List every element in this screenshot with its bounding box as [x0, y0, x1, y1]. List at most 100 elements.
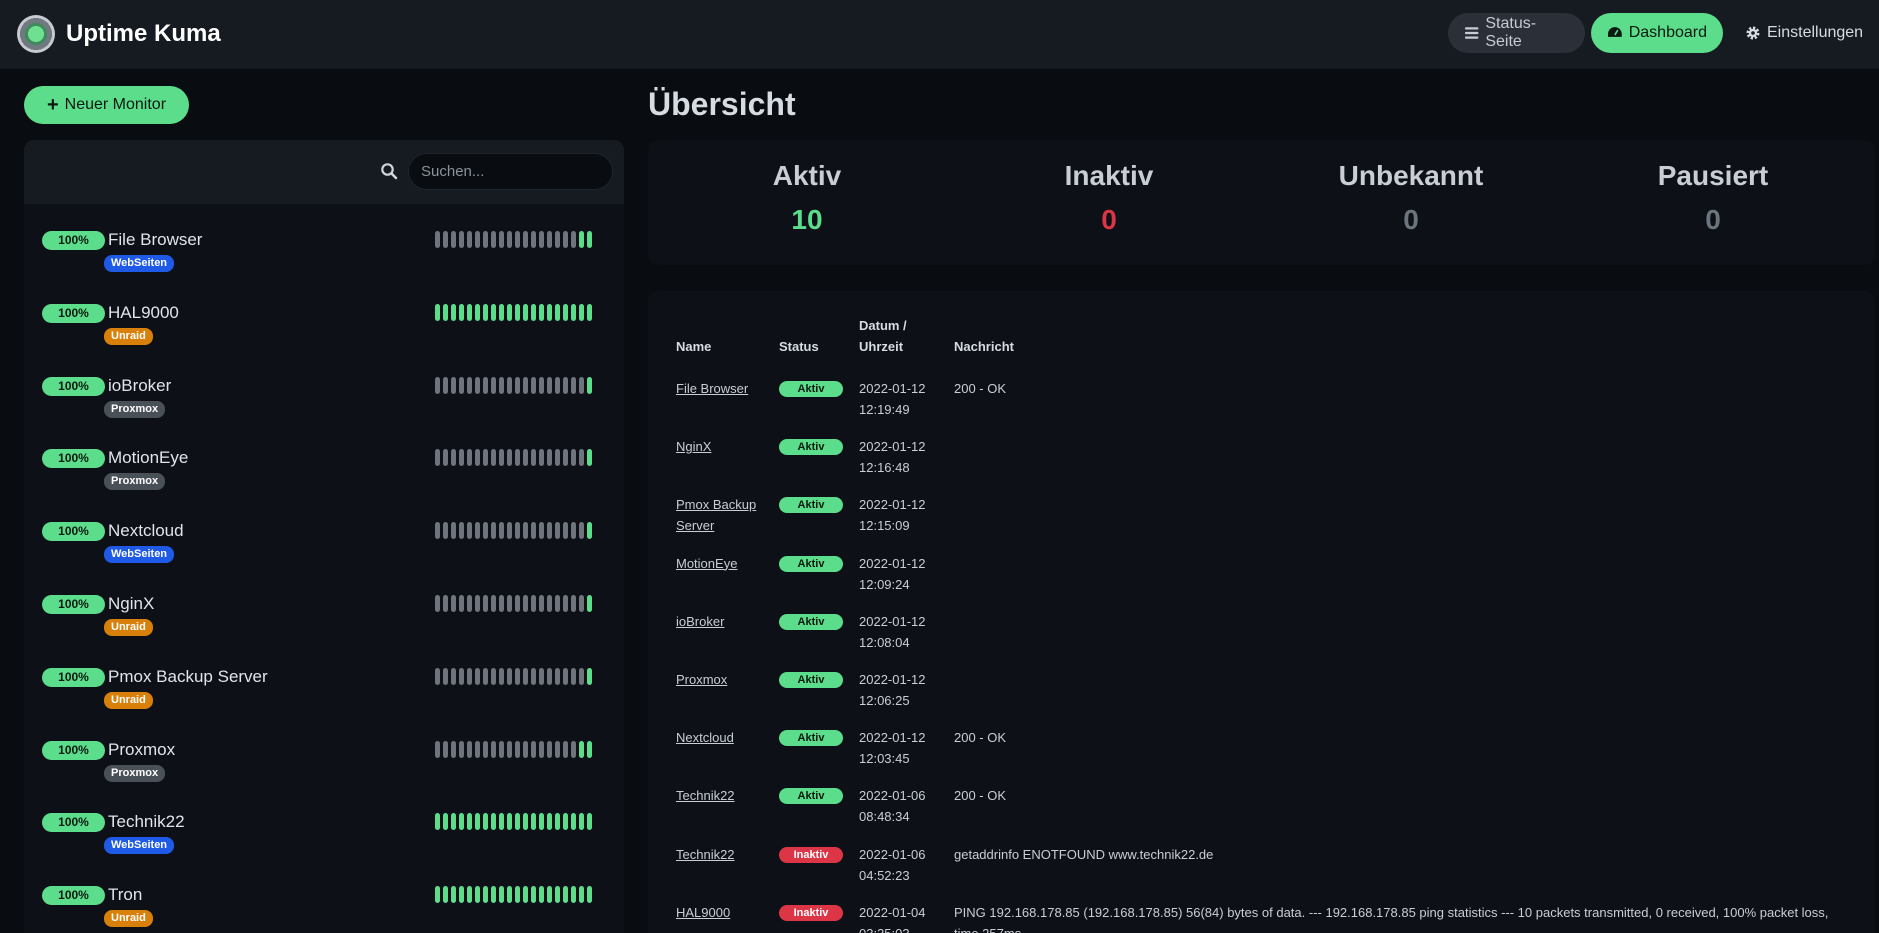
monitor-name[interactable]: Proxmox [108, 740, 175, 760]
heartbeat-beat[interactable] [587, 667, 592, 685]
heartbeat-beat[interactable] [563, 813, 568, 831]
heartbeat-beat[interactable] [523, 303, 528, 321]
heartbeat-beat[interactable] [515, 813, 520, 831]
heartbeat-beat[interactable] [459, 376, 464, 394]
heartbeat-beat[interactable] [555, 595, 560, 612]
heartbeat-beat[interactable] [531, 813, 536, 831]
heartbeat-beat[interactable] [467, 667, 472, 685]
heartbeat-beat[interactable] [563, 886, 568, 904]
heartbeat-beat[interactable] [459, 303, 464, 321]
settings-button[interactable]: Einstellungen [1735, 13, 1875, 53]
heartbeat-beat[interactable] [491, 667, 496, 685]
heartbeat-beat[interactable] [451, 231, 456, 248]
heartbeat-beat[interactable] [563, 595, 568, 612]
heartbeat-beat[interactable] [475, 303, 480, 321]
heartbeat-beat[interactable] [555, 740, 560, 758]
heartbeat-beat[interactable] [539, 813, 544, 831]
heartbeat-beat[interactable] [459, 740, 464, 758]
heartbeat-beat[interactable] [443, 303, 448, 321]
monitor-name[interactable]: Technik22 [108, 812, 185, 832]
heartbeat-beat[interactable] [499, 740, 504, 758]
heartbeat-beat[interactable] [579, 449, 584, 467]
heartbeat-beat[interactable] [467, 595, 472, 612]
heartbeat-beat[interactable] [443, 667, 448, 685]
heartbeat-beat[interactable] [451, 449, 456, 467]
heartbeat-beat[interactable] [467, 231, 472, 248]
heartbeat-beat[interactable] [483, 231, 488, 248]
heartbeat-beat[interactable] [507, 522, 512, 540]
heartbeat-beat[interactable] [571, 886, 576, 904]
heartbeat-beat[interactable] [443, 376, 448, 394]
heartbeat-beat[interactable] [539, 595, 544, 612]
heartbeat-beat[interactable] [571, 449, 576, 467]
heartbeat-beat[interactable] [563, 449, 568, 467]
heartbeat-beat[interactable] [515, 376, 520, 394]
heartbeat-beat[interactable] [539, 886, 544, 904]
heartbeat-beat[interactable] [499, 522, 504, 540]
heartbeat-beat[interactable] [435, 886, 440, 904]
heartbeat-beat[interactable] [475, 522, 480, 540]
heartbeat-beat[interactable] [579, 522, 584, 540]
dashboard-button[interactable]: Dashboard [1591, 13, 1723, 53]
heartbeat-beat[interactable] [507, 303, 512, 321]
heartbeat-beat[interactable] [507, 376, 512, 394]
event-monitor-link[interactable]: ioBroker [676, 611, 766, 632]
heartbeat-beat[interactable] [467, 740, 472, 758]
heartbeat-beat[interactable] [491, 449, 496, 467]
heartbeat-beat[interactable] [435, 231, 440, 248]
monitor-name[interactable]: HAL9000 [108, 303, 179, 323]
heartbeat-beat[interactable] [531, 595, 536, 612]
heartbeat-beat[interactable] [579, 595, 584, 612]
heartbeat-beat[interactable] [531, 449, 536, 467]
heartbeat-beat[interactable] [515, 740, 520, 758]
heartbeat-beat[interactable] [531, 522, 536, 540]
heartbeat-beat[interactable] [451, 740, 456, 758]
heartbeat-beat[interactable] [555, 303, 560, 321]
heartbeat-beat[interactable] [523, 522, 528, 540]
heartbeat-beat[interactable] [491, 303, 496, 321]
heartbeat-beat[interactable] [467, 303, 472, 321]
heartbeat-beat[interactable] [587, 303, 592, 321]
heartbeat-beat[interactable] [539, 522, 544, 540]
heartbeat-beat[interactable] [507, 886, 512, 904]
heartbeat-beat[interactable] [507, 740, 512, 758]
heartbeat-beat[interactable] [555, 376, 560, 394]
heartbeat-beat[interactable] [571, 376, 576, 394]
heartbeat-beat[interactable] [435, 667, 440, 685]
monitor-name[interactable]: Tron [108, 885, 142, 905]
event-monitor-link[interactable]: MotionEye [676, 553, 766, 574]
heartbeat-beat[interactable] [475, 886, 480, 904]
heartbeat-beat[interactable] [515, 886, 520, 904]
heartbeat-beat[interactable] [443, 740, 448, 758]
heartbeat-beat[interactable] [499, 886, 504, 904]
monitor-item[interactable]: 100% Technik22 WebSeiten [24, 812, 624, 873]
heartbeat-beat[interactable] [515, 231, 520, 248]
heartbeat-beat[interactable] [539, 740, 544, 758]
heartbeat-beat[interactable] [507, 449, 512, 467]
heartbeat-beat[interactable] [475, 449, 480, 467]
heartbeat-beat[interactable] [571, 740, 576, 758]
heartbeat-beat[interactable] [475, 595, 480, 612]
monitor-item[interactable]: 100% MotionEye Proxmox [24, 448, 624, 509]
heartbeat-beat[interactable] [515, 667, 520, 685]
heartbeat-beat[interactable] [507, 813, 512, 831]
heartbeat-beat[interactable] [443, 449, 448, 467]
monitor-item[interactable]: 100% HAL9000 Unraid [24, 303, 624, 364]
heartbeat-beat[interactable] [547, 449, 552, 467]
heartbeat-beat[interactable] [499, 231, 504, 248]
new-monitor-button[interactable]: + Neuer Monitor [24, 86, 189, 124]
heartbeat-beat[interactable] [483, 740, 488, 758]
heartbeat-beat[interactable] [507, 595, 512, 612]
uptime-kuma-logo[interactable] [17, 15, 55, 53]
heartbeat-beat[interactable] [571, 595, 576, 612]
heartbeat-beat[interactable] [451, 886, 456, 904]
heartbeat-beat[interactable] [579, 376, 584, 394]
heartbeat-beat[interactable] [491, 231, 496, 248]
heartbeat-beat[interactable] [531, 740, 536, 758]
heartbeat-beat[interactable] [483, 667, 488, 685]
heartbeat-beat[interactable] [443, 886, 448, 904]
heartbeat-beat[interactable] [523, 595, 528, 612]
search-input[interactable] [408, 153, 613, 190]
heartbeat-beat[interactable] [483, 449, 488, 467]
heartbeat-beat[interactable] [499, 813, 504, 831]
